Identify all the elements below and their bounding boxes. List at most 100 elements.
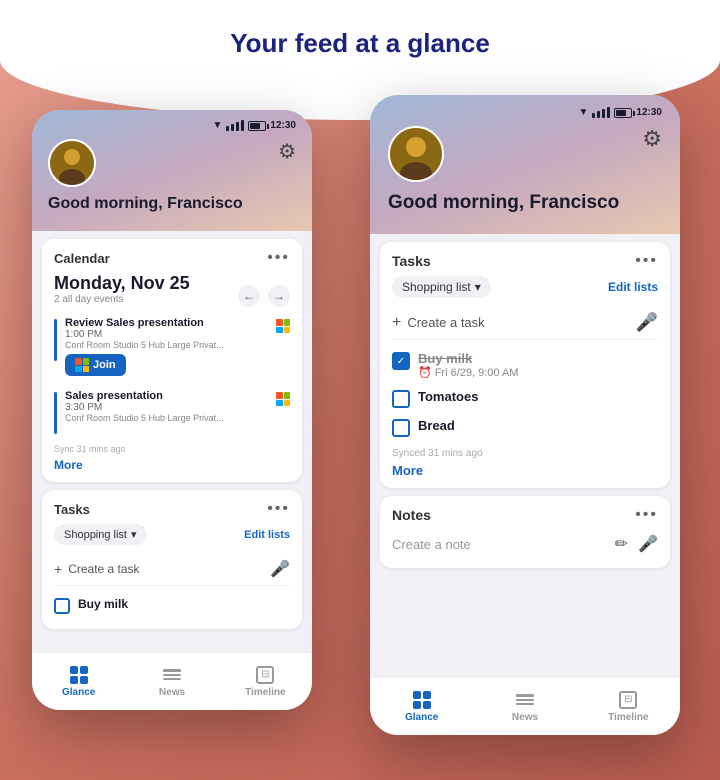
phone-right-header: ▼ 12:30 ⚙ Good morning, Fr — [370, 95, 680, 234]
ms-icon-join — [75, 358, 89, 372]
task-preview-left: Buy milk — [54, 592, 290, 619]
tasks-row-left: Shopping list ▾ Edit lists — [54, 524, 290, 545]
edit-lists-right[interactable]: Edit lists — [608, 280, 658, 294]
news-icon-left — [163, 666, 181, 684]
cal-prev-btn[interactable]: ← — [238, 285, 260, 307]
event-content-1: Review Sales presentation 1:00 PM Conf R… — [65, 317, 268, 376]
edit-lists-left[interactable]: Edit lists — [244, 529, 290, 541]
phone-left: ▼ 12:30 — [32, 110, 312, 710]
create-task-row-right: + Create a task 🎤 — [392, 306, 658, 340]
nav-timeline-label-left: Timeline — [245, 687, 285, 698]
avatar-svg-right — [390, 128, 442, 180]
create-task-label-right[interactable]: Create a task — [407, 315, 484, 330]
greeting-left: Good morning, Francisco — [48, 195, 296, 213]
join-label: Join — [93, 359, 116, 371]
phone-right-body: Tasks ••• Shopping list ▾ Edit lists + C… — [370, 234, 680, 679]
tasks-header-left: Tasks ••• — [54, 500, 290, 518]
nav-glance-label-right: Glance — [405, 712, 438, 723]
plus-icon-right: + — [392, 314, 401, 332]
task-due-text-1: Fri 6/29, 9:00 AM — [435, 367, 519, 379]
news-icon-right — [516, 691, 534, 709]
mic-icon-notes[interactable]: 🎤 — [638, 534, 658, 554]
notes-icons: ✏ 🎤 — [615, 534, 658, 554]
mic-icon-left[interactable]: 🎤 — [270, 559, 290, 579]
tasks-more-link-right[interactable]: More — [392, 463, 658, 478]
calendar-more-btn[interactable]: ••• — [267, 249, 290, 267]
dropdown-arrow-left: ▾ — [131, 528, 137, 541]
nav-timeline-left[interactable]: ⊟ Timeline — [219, 666, 312, 698]
tasks-title-right: Tasks — [392, 253, 431, 269]
avatar-face — [50, 141, 94, 185]
cal-next-btn[interactable]: → — [268, 285, 290, 307]
calendar-title: Calendar — [54, 251, 110, 266]
nav-news-left[interactable]: News — [125, 666, 218, 698]
cal-sync: Sync 31 mins ago — [54, 444, 290, 454]
task-item-1: Buy milk ⏰ Fri 6/29, 9:00 AM — [392, 346, 658, 384]
tasks-more-btn-right[interactable]: ••• — [635, 252, 658, 270]
create-task-row-left: + Create a task 🎤 — [54, 553, 290, 586]
avatar-row-left: ⚙ — [48, 139, 296, 187]
task-text-2: Tomatoes — [418, 389, 478, 404]
nav-timeline-label-right: Timeline — [608, 712, 648, 723]
join-button[interactable]: Join — [65, 354, 126, 376]
event-title-1: Review Sales presentation — [65, 317, 268, 329]
notes-create-row: Create a note ✏ 🎤 — [392, 530, 658, 558]
timeline-icon-left: ⊟ — [256, 666, 274, 684]
task-text-3: Bread — [418, 418, 455, 433]
nav-glance-label-left: Glance — [62, 687, 95, 698]
phone-left-header: ▼ 12:30 — [32, 110, 312, 231]
gear-icon-left[interactable]: ⚙ — [278, 139, 296, 164]
bottom-nav-left: Glance News ⊟ Timeline — [32, 652, 312, 710]
event-content-2: Sales presentation 3:30 PM Conf Room Stu… — [65, 390, 268, 423]
checkbox-preview[interactable] — [54, 598, 70, 614]
shopping-list-pill-left[interactable]: Shopping list ▾ — [54, 524, 147, 545]
nav-news-right[interactable]: News — [473, 691, 576, 723]
glance-icon-right — [413, 691, 431, 709]
battery-icon — [248, 121, 266, 131]
tasks-row-right: Shopping list ▾ Edit lists — [392, 276, 658, 298]
event-time-2: 3:30 PM — [65, 402, 268, 413]
phone-right: ▼ 12:30 ⚙ Good morning, Fr — [370, 95, 680, 735]
event-bar-2 — [54, 392, 57, 434]
timeline-icon-right: ⊟ — [619, 691, 637, 709]
nav-news-label-right: News — [512, 712, 538, 723]
cal-more-link[interactable]: More — [54, 458, 290, 472]
avatar-left — [48, 139, 96, 187]
status-bar-right: ▼ 12:30 — [388, 107, 662, 118]
notes-header: Notes ••• — [392, 506, 658, 524]
notes-create-label[interactable]: Create a note — [392, 537, 471, 552]
tasks-card-right: Tasks ••• Shopping list ▾ Edit lists + C… — [380, 242, 670, 488]
calendar-date-row: Monday, Nov 25 2 all day events ← → — [54, 273, 290, 305]
signal-icon — [226, 120, 244, 131]
nav-glance-right[interactable]: Glance — [370, 691, 473, 723]
shopping-list-pill-right[interactable]: Shopping list ▾ — [392, 276, 491, 298]
event-title-2: Sales presentation — [65, 390, 268, 402]
tasks-card-left: Tasks ••• Shopping list ▾ Edit lists + C… — [42, 490, 302, 629]
event-item-1: Review Sales presentation 1:00 PM Conf R… — [54, 313, 290, 380]
checkbox-3[interactable] — [392, 419, 410, 437]
pencil-icon[interactable]: ✏ — [615, 534, 628, 554]
alarm-icon: ⏰ — [418, 366, 432, 379]
plus-icon-left: + — [54, 561, 62, 577]
create-task-label-left[interactable]: Create a task — [68, 562, 139, 576]
gear-icon-right[interactable]: ⚙ — [642, 126, 662, 152]
list-name-left: Shopping list — [64, 529, 127, 541]
tasks-more-btn-left[interactable]: ••• — [267, 500, 290, 518]
checkbox-2[interactable] — [392, 390, 410, 408]
create-task-left: + Create a task — [54, 561, 140, 577]
status-bar-left: ▼ 12:30 — [48, 120, 296, 131]
mic-icon-right[interactable]: 🎤 — [636, 312, 658, 333]
wifi-icon: ▼ — [213, 120, 223, 131]
nav-glance-left[interactable]: Glance — [32, 666, 125, 698]
calendar-card-header: Calendar ••• — [54, 249, 290, 267]
nav-timeline-right[interactable]: ⊟ Timeline — [577, 691, 680, 723]
event-item-2: Sales presentation 3:30 PM Conf Room Stu… — [54, 386, 290, 438]
tasks-sync-right: Synced 31 mins ago — [392, 448, 658, 459]
calendar-card: Calendar ••• Monday, Nov 25 2 all day ev… — [42, 239, 302, 482]
notes-more-btn[interactable]: ••• — [635, 506, 658, 524]
ms-icon-event2 — [276, 392, 290, 406]
tasks-title-left: Tasks — [54, 502, 90, 517]
tasks-header-right: Tasks ••• — [392, 252, 658, 270]
checkbox-1[interactable] — [392, 352, 410, 370]
ms-icon-event1 — [276, 319, 290, 333]
